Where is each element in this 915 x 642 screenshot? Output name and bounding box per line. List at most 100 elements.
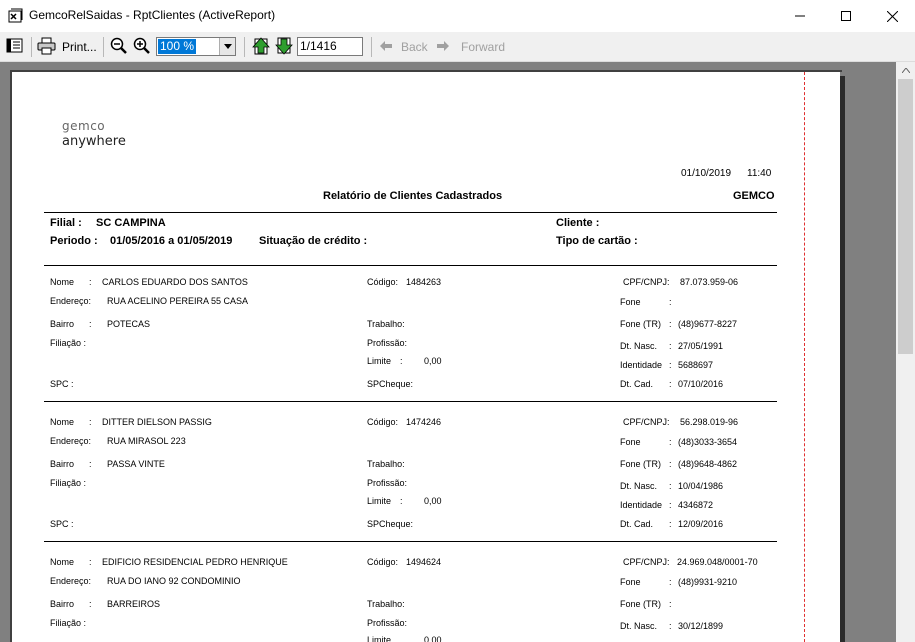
identidade-value: 4346872: [678, 500, 714, 510]
fone-tr-label: Fone (TR): [620, 599, 662, 609]
zoom-select[interactable]: 100 %: [156, 37, 236, 56]
dt-nasc-value: 10/04/1986: [678, 481, 724, 491]
fone-value: (48)9931-9210: [678, 577, 738, 587]
trabalho-label: Trabalho:: [367, 319, 405, 329]
filiacao-label: Filiação :: [50, 338, 87, 348]
dt-nasc-label: Dt. Nasc.: [620, 341, 658, 351]
fone-label: Fone: [620, 577, 641, 587]
report-date: 01/10/2019: [681, 168, 732, 179]
scroll-up-icon[interactable]: [896, 62, 915, 79]
scrollbar-thumb[interactable]: [898, 79, 913, 354]
back-button[interactable]: Back: [380, 36, 428, 58]
fone-tr-value: (48)9677-8227: [678, 319, 738, 329]
dt-nasc-label: Dt. Nasc.: [620, 481, 658, 491]
logo-text-top: gemco: [62, 119, 106, 133]
bairro-value: BARREIROS: [107, 599, 161, 609]
bairro-label: Bairro: [50, 319, 75, 329]
nome-value: CARLOS EDUARDO DOS SANTOS: [102, 277, 248, 287]
endereco-label: Endereço:: [50, 296, 92, 306]
limite-value: 0,00: [424, 635, 442, 642]
print-button[interactable]: Print...: [37, 36, 97, 58]
zoom-in-icon: [133, 37, 151, 58]
app-icon: [8, 8, 24, 24]
nome-label: Nome: [50, 557, 75, 567]
spc-label: SPC :: [50, 519, 74, 529]
arrow-right-icon: [437, 40, 449, 54]
fone-label: Fone: [620, 297, 641, 307]
trabalho-label: Trabalho:: [367, 599, 405, 609]
limite-label: Limite: [367, 356, 392, 366]
dt-cad-value: 07/10/2016: [678, 379, 724, 389]
limite-label: Limite: [367, 635, 392, 642]
cpf-value: 56.298.019-96: [680, 417, 739, 427]
report-company: GEMCO: [733, 190, 775, 202]
codigo-value: 1484263: [406, 277, 442, 287]
page-margin-line: [804, 72, 805, 642]
codigo-label: Código:: [367, 277, 399, 287]
dt-cad-label: Dt. Cad.: [620, 379, 654, 389]
identidade-value: 5688697: [678, 360, 714, 370]
chevron-down-icon[interactable]: [219, 38, 235, 55]
endereco-label: Endereço:: [50, 436, 92, 446]
fone-tr-label: Fone (TR): [620, 459, 662, 469]
cpf-label: CPF/CNPJ:: [623, 277, 670, 287]
previous-page-button[interactable]: [251, 36, 271, 58]
profissao-label: Profissão:: [367, 338, 408, 348]
spcheque-label: SPCheque:: [367, 379, 414, 389]
logo-text-bottom: anywhere: [62, 134, 126, 149]
spc-label: SPC :: [50, 379, 74, 389]
cpf-value: 87.073.959-06: [680, 277, 739, 287]
cliente-label: Cliente :: [556, 217, 600, 229]
page-number-input[interactable]: 1/1416: [297, 37, 363, 56]
cpf-label: CPF/CNPJ:: [623, 417, 670, 427]
toolbar: Print... 100 % 1/1416 Back Forward: [0, 32, 915, 62]
zoom-out-button[interactable]: [110, 36, 128, 58]
dt-cad-label: Dt. Cad.: [620, 519, 654, 529]
window-title: GemcoRelSaidas - RptClientes (ActiveRepo…: [29, 8, 276, 22]
bairro-label: Bairro: [50, 599, 75, 609]
identidade-label: Identidade: [620, 500, 663, 510]
filial-value: SC CAMPINA: [96, 217, 166, 229]
spcheque-label: SPCheque:: [367, 519, 414, 529]
zoom-in-button[interactable]: [133, 36, 151, 58]
close-button[interactable]: [869, 0, 915, 32]
codigo-label: Código:: [367, 417, 399, 427]
next-page-button[interactable]: [274, 36, 294, 58]
dt-nasc-label: Dt. Nasc.: [620, 621, 658, 631]
minimize-button[interactable]: [777, 0, 823, 32]
dt-nasc-value: 30/12/1899: [678, 621, 724, 631]
codigo-value: 1474246: [406, 417, 442, 427]
tipo-cartao-label: Tipo de cartão :: [556, 235, 638, 247]
bairro-value: POTECAS: [107, 319, 151, 329]
nome-label: Nome: [50, 277, 75, 287]
endereco-value: RUA MIRASOL 223: [107, 436, 186, 446]
identidade-label: Identidade: [620, 360, 663, 370]
vertical-scrollbar[interactable]: [896, 62, 915, 642]
page-down-icon: [274, 37, 294, 58]
endereco-label: Endereço:: [50, 576, 92, 586]
endereco-value: RUA DO IANO 92 CONDOMINIO: [107, 576, 241, 586]
maximize-button[interactable]: [823, 0, 869, 32]
dt-cad-value: 12/09/2016: [678, 519, 724, 529]
codigo-value: 1494624: [406, 557, 442, 567]
trabalho-label: Trabalho:: [367, 459, 405, 469]
fone-tr-label: Fone (TR): [620, 319, 662, 329]
title-bar[interactable]: GemcoRelSaidas - RptClientes (ActiveRepo…: [0, 0, 915, 32]
nome-label: Nome: [50, 417, 75, 427]
endereco-value: RUA ACELINO PEREIRA 55 CASA: [107, 296, 249, 306]
forward-button[interactable]: Forward: [437, 36, 505, 58]
limite-value: 0,00: [424, 496, 442, 506]
toc-button[interactable]: [6, 36, 24, 58]
filial-label: Filial :: [50, 217, 82, 229]
periodo-label: Periodo :: [50, 235, 98, 247]
print-label: Print...: [62, 40, 97, 54]
filiacao-label: Filiação :: [50, 478, 87, 488]
cpf-label: CPF/CNPJ:: [623, 557, 670, 567]
profissao-label: Profissão:: [367, 478, 408, 488]
printer-icon: [37, 37, 57, 58]
report-title: Relatório de Clientes Cadastrados: [323, 190, 503, 202]
fone-value: (48)3033-3654: [678, 437, 738, 447]
limite-value: 0,00: [424, 356, 442, 366]
fone-label: Fone: [620, 437, 641, 447]
limite-label: Limite: [367, 496, 392, 506]
